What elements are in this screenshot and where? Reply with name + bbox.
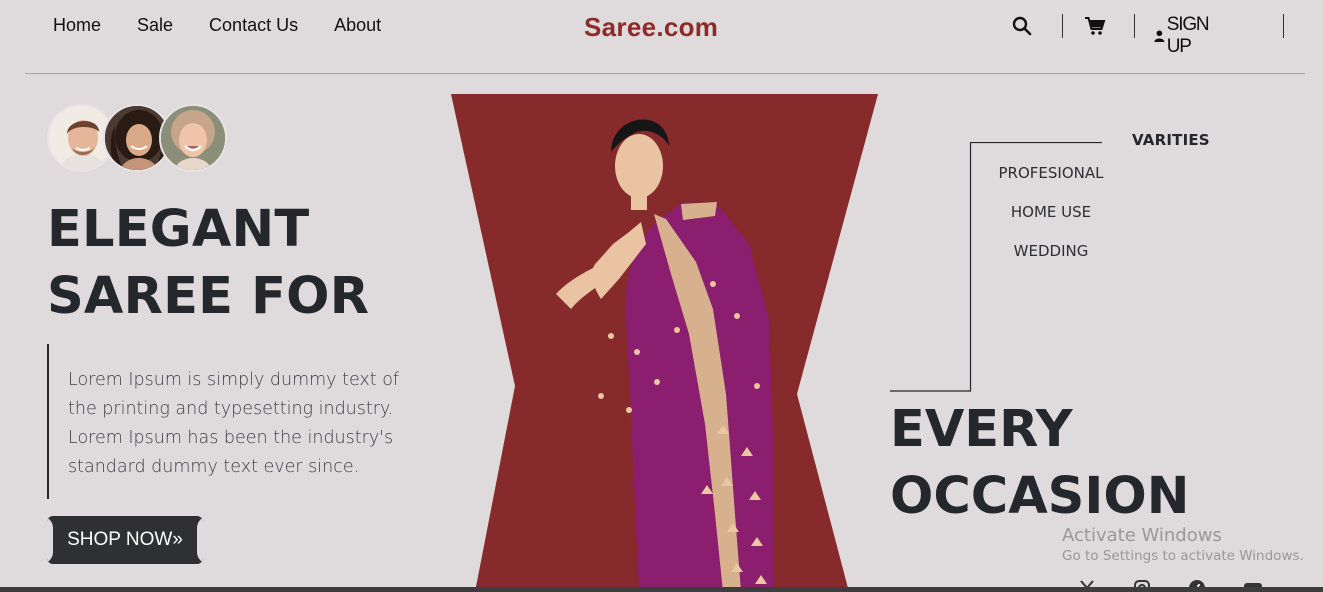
nav-underline: [25, 73, 1305, 74]
activation-watermark: Activate Windows Go to Settings to activ…: [1062, 525, 1304, 564]
hero-title-line: SAREE FOR: [47, 267, 370, 326]
hero-description: Lorem Ipsum is simply dummy text of the …: [68, 370, 400, 477]
variety-item-professional[interactable]: PROFESIONAL: [986, 164, 1116, 182]
cart-icon[interactable]: [1084, 16, 1106, 40]
varieties-title: VARITIES: [1132, 131, 1210, 149]
search-icon[interactable]: [1012, 16, 1032, 40]
customer-avatars: [47, 104, 237, 174]
signup-button[interactable]: SIGN UP: [1154, 14, 1214, 58]
hero-image: [451, 94, 878, 592]
nav-divider: [1134, 14, 1135, 38]
watermark-subtitle: Go to Settings to activate Windows.: [1062, 548, 1304, 564]
variety-item-wedding[interactable]: WEDDING: [986, 242, 1116, 260]
bottom-border: [0, 587, 1323, 592]
nav-link-home[interactable]: Home: [53, 15, 101, 36]
occasion-title: EVERY OCCASION: [890, 396, 1310, 530]
occasion-title-line: OCCASION: [890, 467, 1190, 526]
hero-title-line: ELEGANT: [47, 200, 310, 259]
hero-title: ELEGANT SAREE FOR: [47, 196, 447, 330]
nav-link-about[interactable]: About: [334, 15, 381, 36]
brand-logo[interactable]: Saree.com: [584, 12, 718, 43]
variety-item-home-use[interactable]: HOME USE: [986, 203, 1116, 221]
nav-divider: [1283, 14, 1284, 38]
watermark-title: Activate Windows: [1062, 525, 1222, 546]
avatar: [159, 104, 227, 172]
shop-now-button[interactable]: SHOP NOW»: [47, 516, 203, 564]
occasion-title-line: EVERY: [890, 400, 1073, 459]
navbar: Home Sale Contact Us About Saree.com SIG…: [0, 0, 1323, 60]
nav-divider: [1062, 14, 1063, 38]
signup-label: SIGN UP: [1166, 14, 1210, 57]
nav-link-contact[interactable]: Contact Us: [209, 15, 298, 36]
description-accent-bar: [47, 344, 49, 499]
user-icon: [1154, 30, 1165, 43]
shop-now-label: SHOP NOW»: [67, 529, 183, 550]
nav-links: Home Sale Contact Us About: [53, 15, 381, 36]
nav-link-sale[interactable]: Sale: [137, 15, 173, 36]
